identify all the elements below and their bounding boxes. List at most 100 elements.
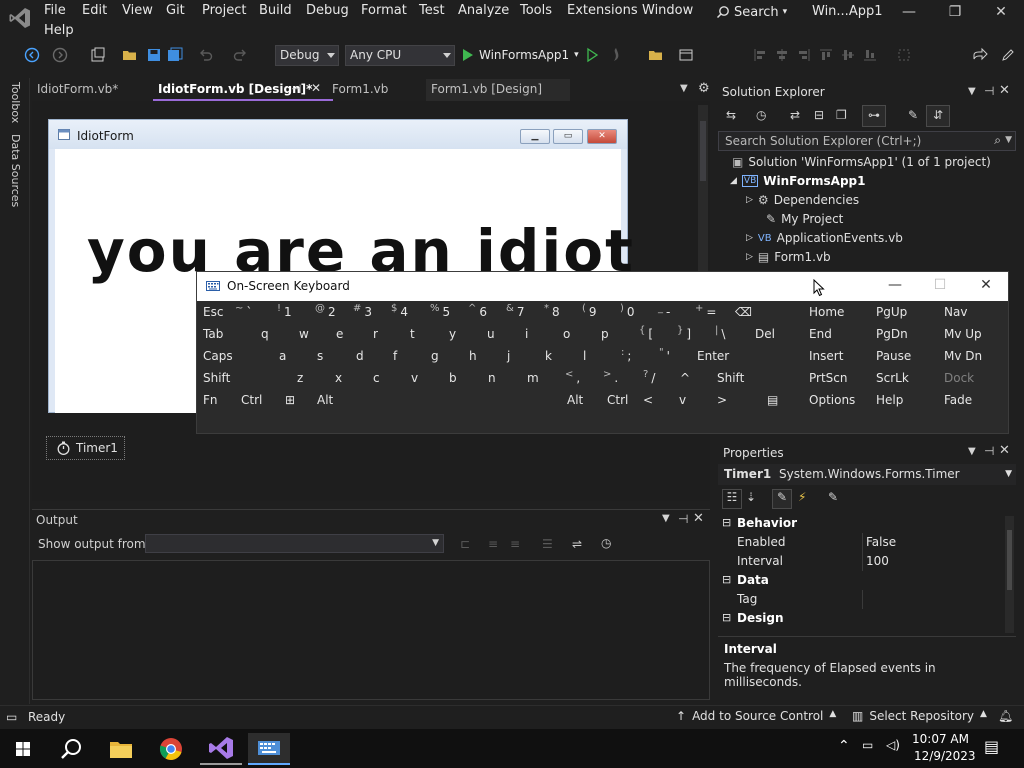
osk-key[interactable]: }] [677,325,691,348]
pin-icon[interactable]: ⊣ [678,512,688,526]
osk-key[interactable]: % 5 [430,303,450,326]
output-text-area[interactable] [32,560,710,700]
action-center-icon[interactable]: ▤ [984,737,999,756]
osk-key[interactable]: >. [603,369,618,392]
clock-icon[interactable]: ◷ [601,536,611,550]
align-bottom-icon[interactable] [862,47,878,63]
osk-nav-key[interactable]: PgDn [876,327,908,348]
align-center-icon[interactable] [774,47,790,63]
tree-item-project[interactable]: ◢ VB WinFormsApp1 [730,172,866,190]
properties-object-select[interactable]: Timer1 System.Windows.Forms.Timer ▼ [718,464,1016,485]
menu-file[interactable]: File [44,3,66,19]
pin-icon[interactable]: ⊣ [291,82,301,96]
align-top-icon[interactable] [818,47,834,63]
panel-dropdown-icon[interactable]: ▼ [968,446,976,457]
history-icon[interactable]: ◷ [756,108,766,122]
property-row[interactable]: Enabled False [718,533,1006,552]
size-grid-icon[interactable] [896,47,912,63]
osk-key[interactable]: Tab [203,327,223,348]
properties-scrollbar[interactable] [1005,516,1014,633]
configuration-select[interactable]: Debug [275,45,339,66]
osk-key[interactable]: _ - [658,303,670,326]
redo-icon[interactable] [232,47,248,63]
share-icon[interactable] [972,47,988,63]
osk-key[interactable]: Del [755,327,775,348]
osk-titlebar[interactable]: On-Screen Keyboard — ☐ ✕ [197,272,1008,301]
osk-nav-key[interactable]: Mv Dn [944,349,982,370]
menu-help[interactable]: Help [44,23,74,39]
tab-dropdown-icon[interactable]: ▼ [680,83,688,94]
osk-key[interactable]: $4 [391,303,408,326]
solution-folder-icon[interactable] [648,47,664,63]
file-explorer-icon[interactable] [100,733,142,765]
properties-view-icon[interactable]: ✎ [772,489,792,509]
osk-key[interactable]: & 7 [506,303,524,326]
close-icon[interactable]: ✕ [311,81,321,95]
osk-key[interactable]: q [261,327,269,348]
visual-studio-taskbar-icon[interactable] [200,733,242,765]
output-source-select[interactable]: ▼ [145,534,444,553]
align-right-icon[interactable] [796,47,812,63]
osk-key[interactable]: ~ ` [235,303,252,326]
osk-key[interactable]: ^ 6 [468,303,487,326]
osk-close-button[interactable]: ✕ [971,277,1001,297]
menu-debug[interactable]: Debug [306,3,349,19]
restore-button[interactable]: ❐ [940,4,970,26]
osk-nav-key[interactable]: Pause [876,349,911,370]
osk-key[interactable]: z [297,371,303,392]
property-value[interactable]: False [866,535,896,549]
osk-key[interactable]: {[ [639,325,653,348]
osk-key[interactable]: b [449,371,457,392]
panel-dropdown-icon[interactable]: ▼ [662,513,670,524]
show-all-files-icon[interactable]: ❐ [836,108,847,122]
osk-nav-key[interactable]: Help [876,393,903,414]
pin-icon[interactable]: ⊣ [984,84,994,98]
network-icon[interactable]: ▭ [862,738,873,752]
osk-taskbar-icon[interactable] [248,733,290,765]
toolbox-tab[interactable]: Toolbox [9,82,22,123]
osk-key[interactable]: > [717,393,727,414]
layout-icon[interactable] [678,47,694,63]
forward-icon[interactable] [52,47,68,63]
visual-studio-logo-icon[interactable] [8,6,32,30]
osk-nav-key[interactable]: Options [809,393,855,414]
undo-icon[interactable] [198,47,214,63]
osk-key[interactable]: <, [565,369,580,392]
osk-nav-key[interactable]: Dock [944,371,974,392]
tree-item-dependencies[interactable]: ▷ ⚙ Dependencies [746,191,859,209]
next-message-icon[interactable]: ≡ [510,537,520,551]
osk-key[interactable]: Fn [203,393,218,414]
taskbar-search-icon[interactable] [50,733,92,765]
switch-view-icon[interactable]: ⇄ [790,108,800,122]
property-category[interactable]: ⊟ Data [718,571,1006,590]
select-repository-button[interactable]: ▥ Select Repository ▲ [852,709,987,723]
form-maximize-button[interactable]: ▭ [553,129,583,144]
osk-key[interactable]: #3 [353,303,372,326]
property-row[interactable]: Tag [718,590,1006,609]
clear-all-icon[interactable]: ☰ [542,537,553,551]
prev-message-icon[interactable]: ≡ [488,537,498,551]
osk-nav-key[interactable]: ScrLk [876,371,909,392]
word-wrap-icon[interactable]: ⇌ [572,537,582,551]
osk-nav-key[interactable]: Fade [944,393,972,414]
osk-key[interactable]: ^ [680,371,690,392]
on-screen-keyboard-window[interactable]: On-Screen Keyboard — ☐ ✕ Esc ~ `! 1 @2 #3 $4% 5… [196,271,1009,434]
close-icon[interactable]: ✕ [999,443,1010,458]
menu-edit[interactable]: Edit [82,3,107,19]
osk-key[interactable]: k [545,349,552,370]
form-minimize-button[interactable]: ▁ [520,129,550,144]
collapse-box-icon[interactable]: ⊟ [722,516,731,529]
menu-analyze[interactable]: Analyze [458,3,509,19]
osk-nav-key[interactable]: PrtScn [809,371,847,392]
tree-item-my-project[interactable]: ✎ My Project [766,210,843,228]
find-message-icon[interactable]: ⊏ [460,537,470,551]
clock-date[interactable]: 12/9/2023 [914,749,976,763]
property-category[interactable]: ⊟ Behavior [718,514,1006,533]
properties-wrench-icon[interactable]: ✎ [908,108,918,122]
open-folder-icon[interactable] [122,47,138,63]
expand-arrow-icon[interactable]: ▷ [746,252,753,262]
menu-window[interactable]: Window [642,3,693,19]
collapse-arrow-icon[interactable]: ◢ [730,176,737,186]
collapse-box-icon[interactable]: ⊟ [722,611,731,624]
osk-key[interactable]: l [583,349,586,370]
